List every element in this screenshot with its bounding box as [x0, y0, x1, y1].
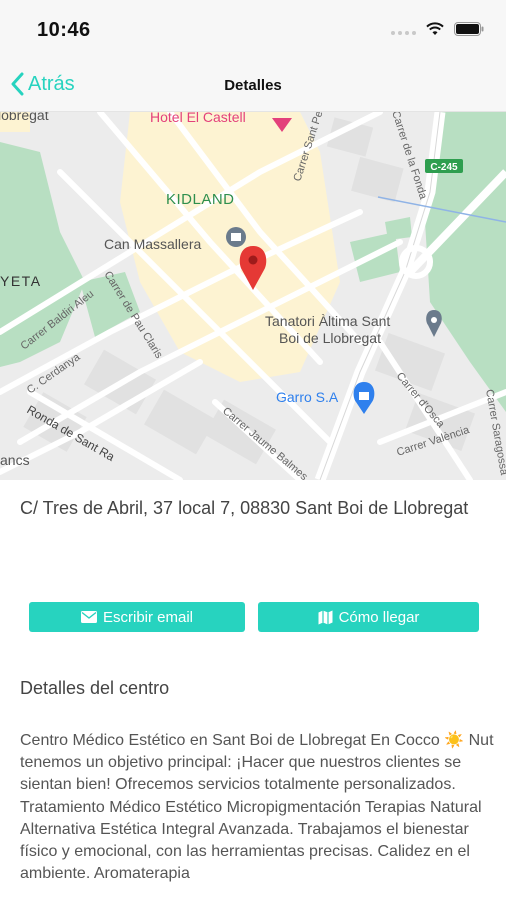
get-directions-label: Cómo llegar: [338, 608, 420, 626]
svg-text:Tanatori Àltima Sant: Tanatori Àltima Sant: [265, 313, 390, 329]
get-directions-button[interactable]: Cómo llegar: [258, 602, 479, 632]
center-description: Centro Médico Estético en Sant Boi de Ll…: [20, 732, 494, 883]
status-icons: [391, 22, 484, 36]
svg-text:C-245: C-245: [430, 162, 458, 173]
location-map[interactable]: C-245 Hotel El Castell lobregat KIDLAND …: [0, 112, 506, 480]
svg-text:Hotel El Castell: Hotel El Castell: [150, 112, 246, 125]
svg-text:lobregat: lobregat: [0, 112, 49, 123]
navigation-bar: Atrás Detalles: [0, 60, 506, 112]
svg-text:Garro S.A: Garro S.A: [276, 389, 339, 405]
svg-text:KIDLAND: KIDLAND: [166, 191, 235, 208]
address-text: C/ Tres de Abril, 37 local 7, 08830 Sant…: [20, 498, 469, 518]
svg-text:Can Massallera: Can Massallera: [104, 236, 201, 252]
svg-text:ancs: ancs: [0, 452, 30, 468]
museum-poi-icon: [226, 227, 246, 247]
write-email-button[interactable]: Escribir email: [29, 602, 245, 632]
page-title: Detalles: [224, 77, 282, 94]
envelope-icon: [80, 611, 97, 623]
wifi-icon: [426, 22, 444, 36]
svg-text:YETA: YETA: [0, 273, 42, 289]
details-section-title: Detalles del centro: [20, 678, 170, 698]
status-time: 10:46: [37, 19, 91, 41]
cellular-signal-icon: [391, 23, 416, 35]
svg-text:Boi de Llobregat: Boi de Llobregat: [279, 330, 381, 346]
write-email-label: Escribir email: [102, 608, 193, 626]
battery-icon: [454, 22, 484, 36]
map-icon: [318, 610, 333, 624]
status-bar: 10:46: [0, 0, 506, 60]
